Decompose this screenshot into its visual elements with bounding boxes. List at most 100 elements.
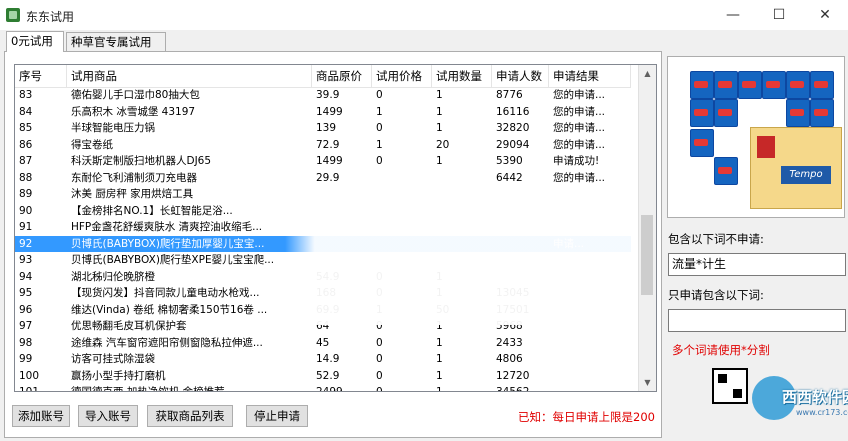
table-row[interactable]: 84 乐高积木 冰雪城堡 43197 1499 1 1 16116 您的申请... xyxy=(15,104,631,121)
table-row[interactable]: 89 沐美 厨房秤 家用烘焙工具 xyxy=(15,186,631,203)
cell-trial-price: 1 xyxy=(376,138,383,151)
include-words-input[interactable] xyxy=(668,309,846,332)
add-account-button[interactable]: 添加账号 xyxy=(12,405,70,427)
cell-trial-quantity: 1 xyxy=(436,353,443,365)
column-header-trial-price[interactable]: 试用价格 xyxy=(372,65,432,87)
cell-original-price: 2499 xyxy=(316,386,343,392)
table-row[interactable]: 91 HFP金盏花舒缓爽肤水 清爽控油收缩毛... xyxy=(15,219,631,236)
scroll-up-arrow-icon[interactable]: ▲ xyxy=(639,65,656,82)
cell-index: 91 xyxy=(19,221,33,233)
cell-product: 科沃斯定制版扫地机器人DJ65 xyxy=(71,155,212,167)
cell-applicants: 32820 xyxy=(496,122,530,134)
table-row[interactable]: 100 赢扬小型手持打磨机 52.9 0 1 12720 xyxy=(15,368,631,385)
table-row[interactable]: 87 科沃斯定制版扫地机器人DJ65 1499 0 1 5390 申请成功! xyxy=(15,153,631,170)
exclude-words-input[interactable]: 流量*计生 xyxy=(668,253,846,276)
tab-seeding-officer-trial[interactable]: 种草官专属试用 xyxy=(66,32,166,51)
cell-product: 赢扬小型手持打磨机 xyxy=(71,369,166,382)
cell-result xyxy=(549,203,631,220)
column-header-index[interactable]: 序号 xyxy=(15,65,67,87)
tissue-pack xyxy=(690,129,714,157)
cell-trial-quantity xyxy=(432,203,492,220)
column-header-result[interactable]: 申请结果 xyxy=(549,65,631,87)
table-row[interactable]: 101 德国德克西 加热净饮机 金榜推荐 2499 0 1 34562 xyxy=(15,384,631,392)
get-product-list-button[interactable]: 获取商品列表 xyxy=(147,405,233,427)
scroll-down-arrow-icon[interactable]: ▼ xyxy=(639,374,656,391)
tissue-pack xyxy=(762,71,786,99)
import-account-button[interactable]: 导入账号 xyxy=(78,405,138,427)
cell-product: 湖北秭归伦晚脐橙 xyxy=(71,270,155,283)
cell-applicants: 8776 xyxy=(496,89,523,101)
tissue-pack xyxy=(810,71,834,99)
cell-trial-price: 0 xyxy=(376,386,383,392)
cell-trial-quantity: 1 xyxy=(436,89,443,101)
exclude-words-label: 包含以下词不申请: xyxy=(668,232,764,246)
cell-product: 访客可挂式除湿袋 xyxy=(71,353,155,365)
table-row[interactable]: 85 半球智能电压力锅 139 0 1 32820 您的申请... xyxy=(15,120,631,137)
cell-applicants: 12720 xyxy=(496,369,530,382)
cell-trial-price: 0 xyxy=(376,155,383,167)
cell-product: 乐高积木 冰雪城堡 43197 xyxy=(71,105,196,118)
cell-original-price xyxy=(312,203,372,220)
tab-free-trial[interactable]: 0元试用 xyxy=(6,31,64,52)
column-header-original-price[interactable]: 商品原价 xyxy=(312,65,372,87)
cell-product: 得宝卷纸 xyxy=(71,138,113,151)
tissue-box: Tempo xyxy=(750,127,842,209)
table-row[interactable]: 88 东耐伦飞利浦制须刀充电器 29.9 6442 您的申请... xyxy=(15,170,631,187)
watermark-text: 西西软件园 xyxy=(782,388,848,406)
window-title: 东东试用 xyxy=(26,10,75,24)
cell-index: 99 xyxy=(19,353,33,365)
cell-original-price: 39.9 xyxy=(316,89,340,101)
cell-trial-quantity: 1 xyxy=(436,369,443,382)
cell-index: 89 xyxy=(19,188,33,200)
cell-applicants: 6442 xyxy=(496,171,523,184)
cell-result xyxy=(549,335,631,352)
daily-limit-notice: 已知：每日申请上限是200 xyxy=(518,410,655,424)
column-header-product[interactable]: 试用商品 xyxy=(67,65,312,87)
cell-index: 88 xyxy=(19,171,33,184)
stop-apply-button[interactable]: 停止申请 xyxy=(246,405,308,427)
minimize-button[interactable]: — xyxy=(710,0,756,30)
cell-result xyxy=(549,351,631,368)
maximize-button[interactable]: ☐ xyxy=(756,0,802,30)
cell-result xyxy=(549,219,631,236)
cell-trial-quantity: 1 xyxy=(436,122,443,134)
table-row[interactable]: 83 德佑婴儿手口湿巾80抽大包 39.9 0 1 8776 您的申请... xyxy=(15,87,631,104)
cell-applicants: 29094 xyxy=(496,138,530,151)
cell-original-price xyxy=(312,219,372,236)
title-bar: 东东试用 — ☐ ✕ xyxy=(0,0,848,30)
cell-result xyxy=(549,186,631,203)
close-button[interactable]: ✕ xyxy=(802,0,848,30)
tissue-pack xyxy=(690,99,714,127)
qr-code xyxy=(712,368,748,404)
redaction-blur xyxy=(285,235,655,325)
table-row[interactable]: 86 得宝卷纸 72.9 1 20 29094 您的申请... xyxy=(15,137,631,154)
trial-list-table[interactable]: 序号 试用商品 商品原价 试用价格 试用数量 申请人数 申请结果 83 德佑婴儿手… xyxy=(14,64,657,392)
cell-result: 您的申请... xyxy=(553,105,606,118)
cell-trial-quantity: 1 xyxy=(436,386,443,392)
scroll-thumb[interactable] xyxy=(641,215,653,295)
cell-index: 100 xyxy=(19,369,40,382)
cell-product: 【金榜排名NO.1】长虹智能足浴... xyxy=(71,204,233,217)
cell-original-price: 139 xyxy=(316,122,337,134)
box-tag xyxy=(757,136,775,158)
cell-index: 95 xyxy=(19,287,33,299)
watermark-url: www.cr173.com xyxy=(796,408,848,417)
cell-original-price: 29.9 xyxy=(316,171,340,184)
vertical-scrollbar[interactable]: ▲ ▼ xyxy=(638,65,656,391)
cell-index: 87 xyxy=(19,155,33,167)
cell-trial-price xyxy=(372,219,432,236)
app-icon xyxy=(6,8,20,22)
column-header-applicants[interactable]: 申请人数 xyxy=(492,65,549,87)
cell-result: 您的申请... xyxy=(553,122,606,134)
cell-trial-price: 0 xyxy=(376,369,383,382)
brand-logo: Tempo xyxy=(781,166,831,184)
table-row[interactable]: 90 【金榜排名NO.1】长虹智能足浴... xyxy=(15,203,631,220)
cell-trial-price xyxy=(372,203,432,220)
cell-applicants: 2433 xyxy=(496,336,523,349)
table-row[interactable]: 99 访客可挂式除湿袋 14.9 0 1 4806 xyxy=(15,351,631,368)
table-row[interactable]: 98 途维森 汽车窗帘遮阳帘侧窗隐私拉伸遮... 45 0 1 2433 xyxy=(15,335,631,352)
column-header-trial-quantity[interactable]: 试用数量 xyxy=(432,65,492,87)
cell-trial-price: 0 xyxy=(376,336,383,349)
product-image: Tempo xyxy=(667,56,845,218)
cell-applicants: 4806 xyxy=(496,353,523,365)
